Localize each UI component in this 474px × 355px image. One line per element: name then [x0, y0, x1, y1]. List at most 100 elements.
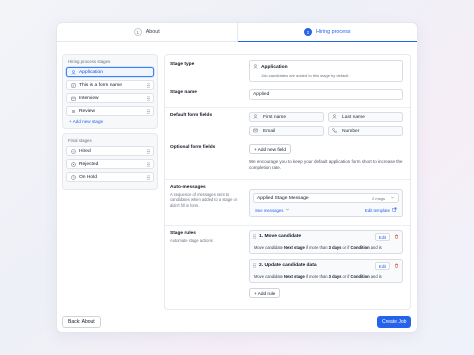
drag-handle-icon[interactable] [147, 83, 150, 88]
user-icon [332, 113, 339, 121]
field-email[interactable]: Email [249, 126, 324, 136]
stages-sidebar: Hiring process stages Application This i… [62, 54, 158, 194]
tab-hiring-process[interactable]: 2 Hiring process [236, 23, 418, 43]
group-title: Final stages [68, 138, 92, 143]
user-icon [253, 113, 260, 121]
field-first-name[interactable]: First name [249, 112, 324, 122]
sidebar-item-label: This is a form name [79, 82, 122, 88]
add-field-button[interactable]: + Add new field [249, 144, 291, 154]
user-icon [253, 64, 258, 71]
drag-handle-icon[interactable] [147, 109, 150, 114]
drag-handle-icon[interactable] [253, 263, 256, 268]
rule-text: if more than [304, 245, 329, 250]
rule-text: and is [369, 245, 382, 250]
add-rule-button[interactable]: + Add rule [249, 288, 281, 298]
tab-label: Hiring process [316, 29, 351, 35]
step-number: 1 [133, 28, 142, 36]
stage-name-input[interactable]: Applied [249, 89, 403, 100]
back-button[interactable]: Back: About [62, 316, 101, 328]
auto-message-card: Applied Stage Message 2 msgs See message… [249, 189, 403, 217]
form-icon [70, 82, 76, 88]
divider [165, 225, 410, 226]
sidebar-item-application[interactable]: Application [66, 67, 154, 77]
stage-name-label: Stage name [170, 90, 197, 95]
sidebar-item-label: Hired [79, 148, 91, 154]
stage-type-value: Application [261, 65, 288, 70]
trash-icon[interactable] [394, 234, 399, 241]
step-number: 2 [304, 28, 313, 36]
edit-template-link[interactable]: Edit template [365, 207, 397, 213]
drag-handle-icon[interactable] [253, 234, 256, 239]
sidebar-item-label: Rejected [79, 161, 99, 167]
chevron-down-icon [390, 195, 395, 202]
field-last-name[interactable]: Last name [328, 112, 403, 122]
tab-label: About [145, 29, 160, 35]
user-icon [70, 69, 76, 75]
see-messages-link[interactable]: See messages [255, 207, 290, 213]
list-icon [70, 108, 76, 114]
sidebar-item-label: On Hold [79, 174, 97, 180]
auto-messages-description: A sequence of messages sent to candidate… [170, 192, 238, 208]
drag-handle-icon[interactable] [147, 96, 150, 101]
stage-settings-panel: Stage type Application Job-candidates ar… [164, 54, 411, 310]
rule-text: or if [341, 245, 351, 250]
check-circle-icon [70, 148, 76, 154]
rule-title: 1. Move candidate [259, 234, 302, 239]
edit-template-label: Edit template [364, 207, 390, 213]
see-messages-label: See messages [255, 207, 284, 213]
message-count: 2 msgs [372, 195, 385, 201]
sidebar-item-rejected[interactable]: Rejected [66, 159, 154, 169]
tab-about[interactable]: 1 About [57, 23, 237, 41]
rule-text: and is [369, 274, 382, 279]
drag-handle-icon[interactable] [147, 162, 150, 167]
stage-rules-label: Stage rules [170, 231, 196, 236]
mail-icon [253, 128, 260, 135]
rule-header: 1. Move candidate [253, 234, 301, 239]
trash-icon[interactable] [394, 263, 399, 270]
drag-handle-icon[interactable] [147, 149, 150, 154]
rule-condition: Condition [350, 274, 370, 279]
message-select[interactable]: Applied Stage Message 2 msgs [253, 193, 399, 203]
field-number[interactable]: Number [328, 126, 403, 136]
rule-description: Move candidate Next stage if more than 3… [254, 274, 382, 279]
rule-header: 2. Update candidate data [253, 263, 317, 268]
rule-stage: Next stage [284, 245, 305, 250]
stage-type-select[interactable]: Application Job-candidates are added to … [249, 60, 403, 82]
calendar-icon [70, 95, 76, 101]
add-stage-button[interactable]: + Add new stage [66, 119, 154, 124]
create-job-button[interactable]: Create Job [377, 316, 412, 328]
rule-title: 2. Update candidate data [259, 263, 317, 268]
auto-messages-label: Auto-messages [170, 185, 206, 190]
field-label: Last name [342, 114, 365, 120]
stage-type-label: Stage type [170, 62, 195, 67]
chevron-down-icon [285, 207, 290, 213]
default-fields-label: Default form fields [170, 113, 213, 118]
group-title: Hiring process stages [68, 59, 111, 64]
field-label: Email [263, 128, 276, 134]
edit-rule-button[interactable]: Edit [374, 233, 390, 241]
sidebar-item-on-hold[interactable]: On Hold [66, 172, 154, 182]
sidebar-item-interview[interactable]: Interview [66, 93, 154, 103]
step-tabs: 1 About 2 Hiring process [57, 23, 418, 43]
stage-type-description: Job-candidates are added to this stage b… [261, 73, 350, 78]
rule-text: or if [341, 274, 351, 279]
drag-handle-icon[interactable] [147, 175, 150, 180]
message-title: Applied Stage Message [257, 195, 309, 201]
external-link-icon [392, 207, 397, 213]
x-circle-icon [70, 161, 76, 167]
sidebar-item-label: Review [79, 108, 96, 114]
rule-text: Move candidate [254, 274, 283, 279]
sidebar-item-review[interactable]: Review [66, 106, 154, 116]
edit-rule-button[interactable]: Edit [374, 262, 390, 270]
stage-rule-card: 2. Update candidate data Edit Move candi… [249, 259, 403, 283]
sidebar-item-hired[interactable]: Hired [66, 146, 154, 156]
rule-stage: Next stage [284, 274, 305, 279]
divider [165, 179, 410, 180]
phone-icon [332, 128, 339, 135]
field-label: Number [342, 128, 360, 134]
rule-description: Move candidate Next stage if more than 3… [254, 245, 382, 250]
sidebar-item-form[interactable]: This is a form name [66, 80, 154, 90]
optional-fields-label: Optional form fields [170, 145, 216, 150]
sidebar-item-label: Application [79, 69, 103, 75]
rule-days: 3 days [328, 274, 342, 279]
